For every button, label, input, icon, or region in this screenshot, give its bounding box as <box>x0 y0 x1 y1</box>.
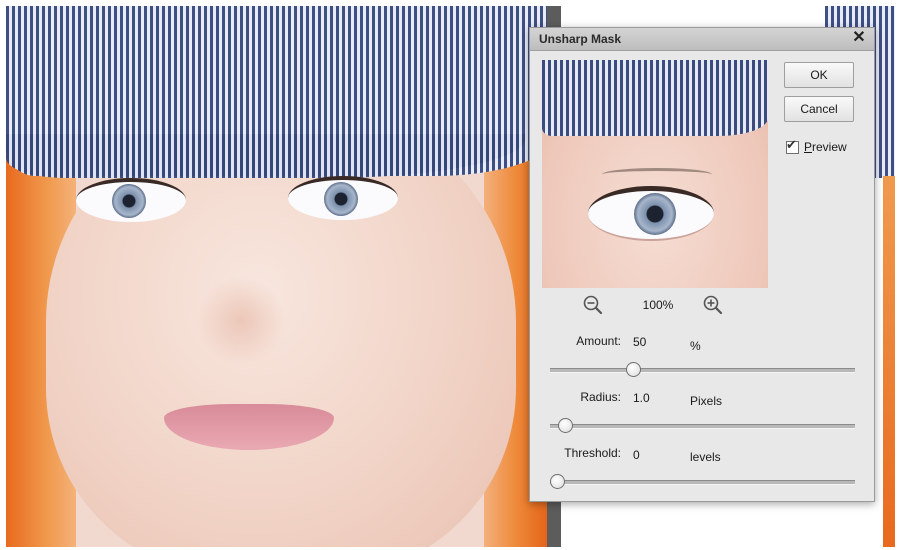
amount-slider-thumb[interactable] <box>626 362 642 377</box>
radius-unit: Pixels <box>690 394 723 408</box>
preview-cap <box>542 60 768 136</box>
radius-label: Radius: <box>580 390 621 404</box>
amount-label: Amount: <box>576 334 621 348</box>
threshold-label: Threshold: <box>564 446 621 460</box>
radius-value[interactable]: 1.0 <box>633 391 650 405</box>
preview-eye <box>588 186 714 241</box>
dialog-titlebar[interactable]: Unsharp Mask ✕ <box>530 28 874 51</box>
threshold-unit: levels <box>690 450 721 464</box>
radius-slider-track <box>550 424 855 429</box>
cancel-button[interactable]: Cancel <box>784 96 854 122</box>
radius-slider-thumb[interactable] <box>557 418 573 433</box>
zoom-in-icon[interactable] <box>702 294 724 316</box>
amount-unit: % <box>690 339 701 353</box>
preview-eyebrow <box>602 168 712 181</box>
left-eye <box>76 178 186 222</box>
threshold-slider[interactable] <box>550 474 855 490</box>
zoom-out-icon[interactable] <box>582 294 604 316</box>
radius-slider[interactable] <box>550 418 855 434</box>
ok-button[interactable]: OK <box>784 62 854 88</box>
dialog-title: Unsharp Mask <box>539 32 622 46</box>
preview-checkbox[interactable]: ✔ Preview <box>786 137 847 154</box>
checkmark-icon: ✔ <box>786 136 797 152</box>
zoom-level: 100% <box>642 298 674 312</box>
photo-canvas <box>6 6 554 547</box>
close-icon[interactable]: ✕ <box>850 29 868 47</box>
nose-shading <box>196 276 286 366</box>
amount-value[interactable]: 50 <box>633 335 646 349</box>
threshold-slider-track <box>550 480 855 485</box>
preview-window[interactable] <box>542 60 768 288</box>
amount-slider[interactable] <box>550 362 855 378</box>
preview-iris <box>634 193 676 235</box>
preview-checkbox-box[interactable]: ✔ <box>786 137 799 154</box>
zoom-controls: 100% <box>582 292 732 318</box>
amount-slider-track <box>550 368 855 373</box>
threshold-value[interactable]: 0 <box>633 448 640 462</box>
right-iris <box>324 182 358 216</box>
threshold-slider-thumb[interactable] <box>550 474 565 489</box>
preview-checkbox-label: Preview <box>804 140 847 154</box>
unsharp-mask-dialog: Unsharp Mask ✕ OK Cancel ✔ Preview 100% … <box>529 27 875 502</box>
hair-edge <box>883 176 895 547</box>
right-eye <box>288 176 398 220</box>
left-iris <box>112 184 146 218</box>
